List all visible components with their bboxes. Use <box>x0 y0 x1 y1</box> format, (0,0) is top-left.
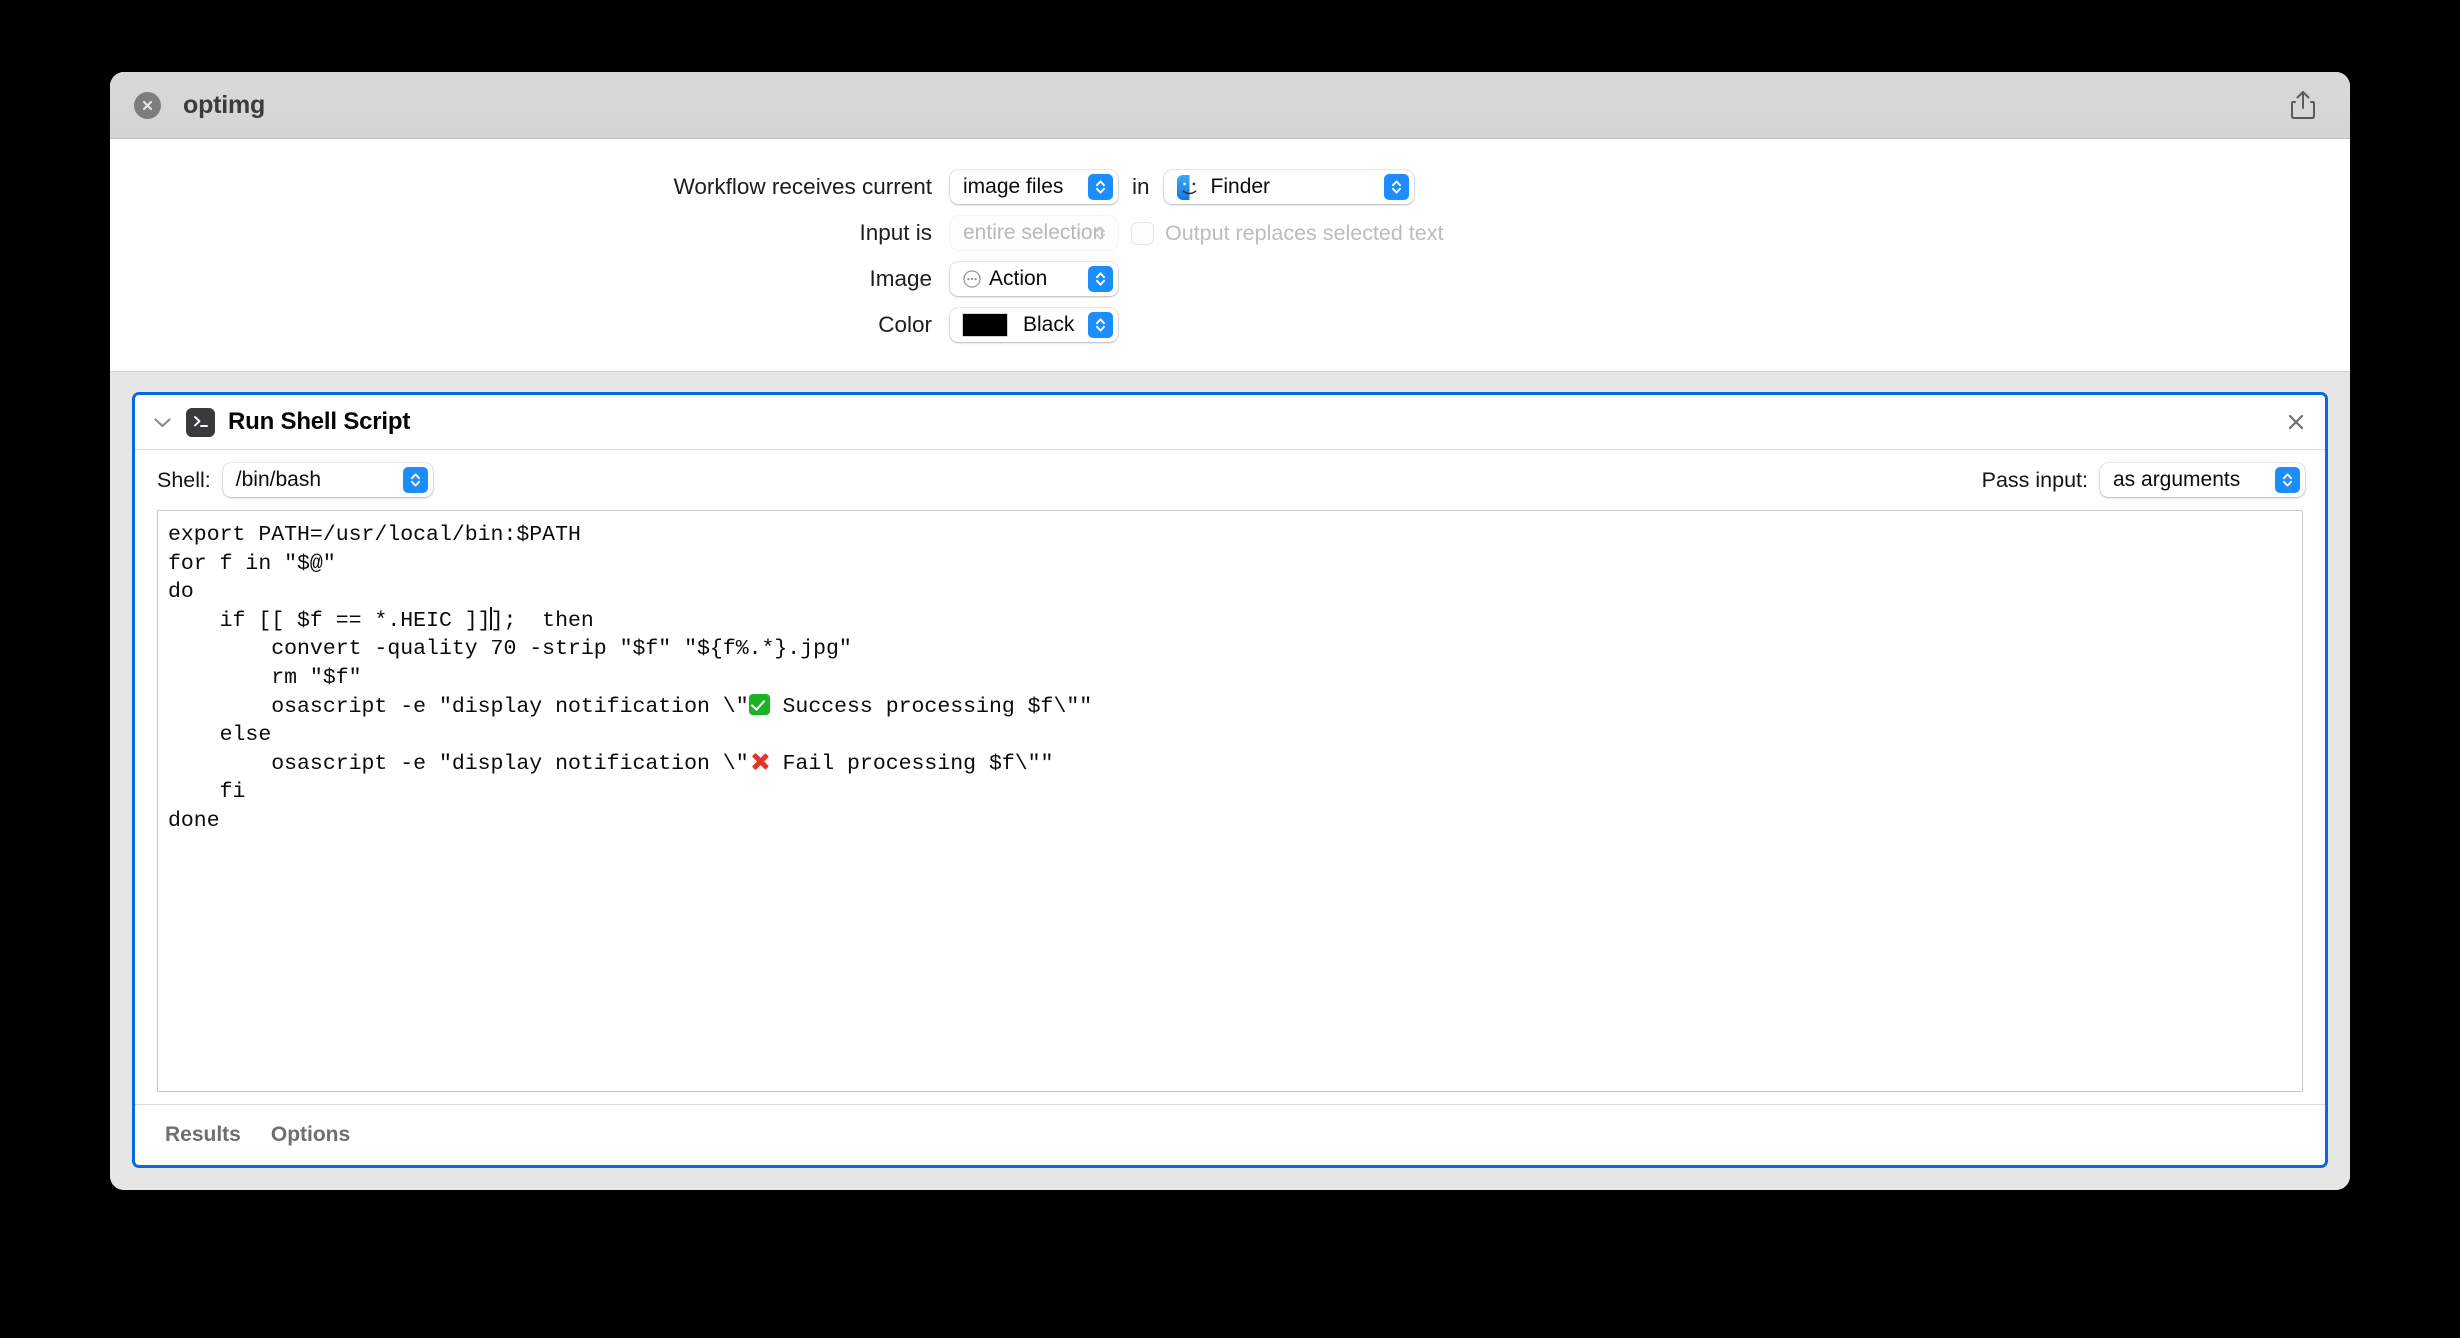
close-x-glyph <box>2288 414 2304 430</box>
pass-input-group: Pass input: as arguments <box>1982 463 2305 497</box>
label-image: Image <box>869 266 932 291</box>
pass-input-popup[interactable]: as arguments <box>2100 463 2305 497</box>
script-editor[interactable]: export PATH=/usr/local/bin:$PATH for f i… <box>157 510 2303 1092</box>
chevron-updown-glyph <box>1096 226 1105 240</box>
receives-type-popup[interactable]: image files <box>950 170 1118 204</box>
close-circle-icon[interactable] <box>134 91 161 119</box>
action-title: Run Shell Script <box>228 408 411 435</box>
window-title: optimg <box>183 90 266 119</box>
color-value: Black <box>1023 313 1075 336</box>
chevron-updown-glyph <box>1096 272 1105 286</box>
chevron-updown-icon[interactable] <box>402 467 428 493</box>
settings-row-image: Image Action <box>110 257 2350 301</box>
share-glyph <box>2291 91 2315 119</box>
shell-value: /bin/bash <box>235 468 322 491</box>
chevron-updown-icon[interactable] <box>2275 467 2300 493</box>
label-input-is: Input is <box>859 220 932 245</box>
input-is-popup: entire selection <box>950 216 1118 250</box>
action-card-run-shell-script[interactable]: Run Shell Script Shell: /bin/bash Pass i… <box>132 392 2328 1168</box>
pass-input-value: as arguments <box>2113 468 2241 491</box>
receives-type-value: image files <box>963 175 1064 198</box>
chevron-down-glyph <box>153 417 171 427</box>
settings-row-receives: Workflow receives current image files in <box>110 165 2350 209</box>
chevron-updown-glyph <box>410 473 420 487</box>
label-in: in <box>1132 174 1150 199</box>
chevron-updown-icon[interactable] <box>1088 174 1113 200</box>
color-popup[interactable]: Black <box>950 308 1118 342</box>
window-titlebar: optimg <box>110 72 2350 139</box>
chevron-updown-glyph <box>1096 180 1105 194</box>
chevron-updown-icon[interactable] <box>1088 266 1113 292</box>
script-source[interactable]: export PATH=/usr/local/bin:$PATH for f i… <box>158 511 2302 836</box>
workflow-canvas: Run Shell Script Shell: /bin/bash Pass i… <box>110 372 2350 1190</box>
image-popup[interactable]: Action <box>950 262 1118 296</box>
text-caret <box>489 606 492 630</box>
tab-options[interactable]: Options <box>271 1123 350 1147</box>
chevron-updown-glyph <box>1391 180 1401 194</box>
label-workflow-receives: Workflow receives current <box>673 174 932 199</box>
share-icon[interactable] <box>2286 88 2320 122</box>
terminal-icon <box>186 407 215 437</box>
color-swatch <box>963 314 1007 336</box>
automator-window: optimg Workflow receives current image f… <box>110 72 2350 1190</box>
output-replaces-label: Output replaces selected text <box>1165 220 1444 245</box>
pass-input-label: Pass input: <box>1981 467 2088 492</box>
host-app-popup[interactable]: Finder <box>1163 170 1414 204</box>
action-ellipsis-icon <box>963 270 981 288</box>
chevron-updown-icon <box>1088 220 1113 246</box>
input-is-value: entire selection <box>963 221 1105 244</box>
action-header: Run Shell Script <box>135 395 2325 450</box>
chevron-updown-glyph <box>2283 473 2292 487</box>
settings-row-color: Color Black <box>110 303 2350 347</box>
settings-row-input-is: Input is entire selection Output replace… <box>110 211 2350 255</box>
close-x-icon[interactable] <box>2283 409 2309 435</box>
shell-settings-row: Shell: /bin/bash Pass input: as argument… <box>135 450 2325 510</box>
shell-popup[interactable]: /bin/bash <box>222 463 433 497</box>
action-tabbar: Results Options <box>135 1104 2325 1165</box>
fail-emoji <box>749 751 770 772</box>
chevron-updown-icon[interactable] <box>1383 174 1409 200</box>
output-replaces-checkbox-row: Output replaces selected text <box>1132 221 1443 246</box>
workflow-settings-panel: Workflow receives current image files in <box>110 139 2350 372</box>
output-replaces-checkbox <box>1132 222 1153 244</box>
chevron-updown-icon[interactable] <box>1088 312 1113 338</box>
finder-icon <box>1176 174 1202 200</box>
shell-label: Shell: <box>157 467 211 492</box>
image-value: Action <box>989 267 1048 290</box>
label-color: Color <box>878 312 932 337</box>
chevron-down-icon[interactable] <box>149 409 175 435</box>
tab-results[interactable]: Results <box>165 1123 241 1147</box>
x-glyph <box>142 100 153 110</box>
host-app-value: Finder <box>1210 175 1271 198</box>
chevron-updown-glyph <box>1096 318 1105 332</box>
success-emoji <box>748 693 770 715</box>
terminal-glyph <box>193 416 208 427</box>
